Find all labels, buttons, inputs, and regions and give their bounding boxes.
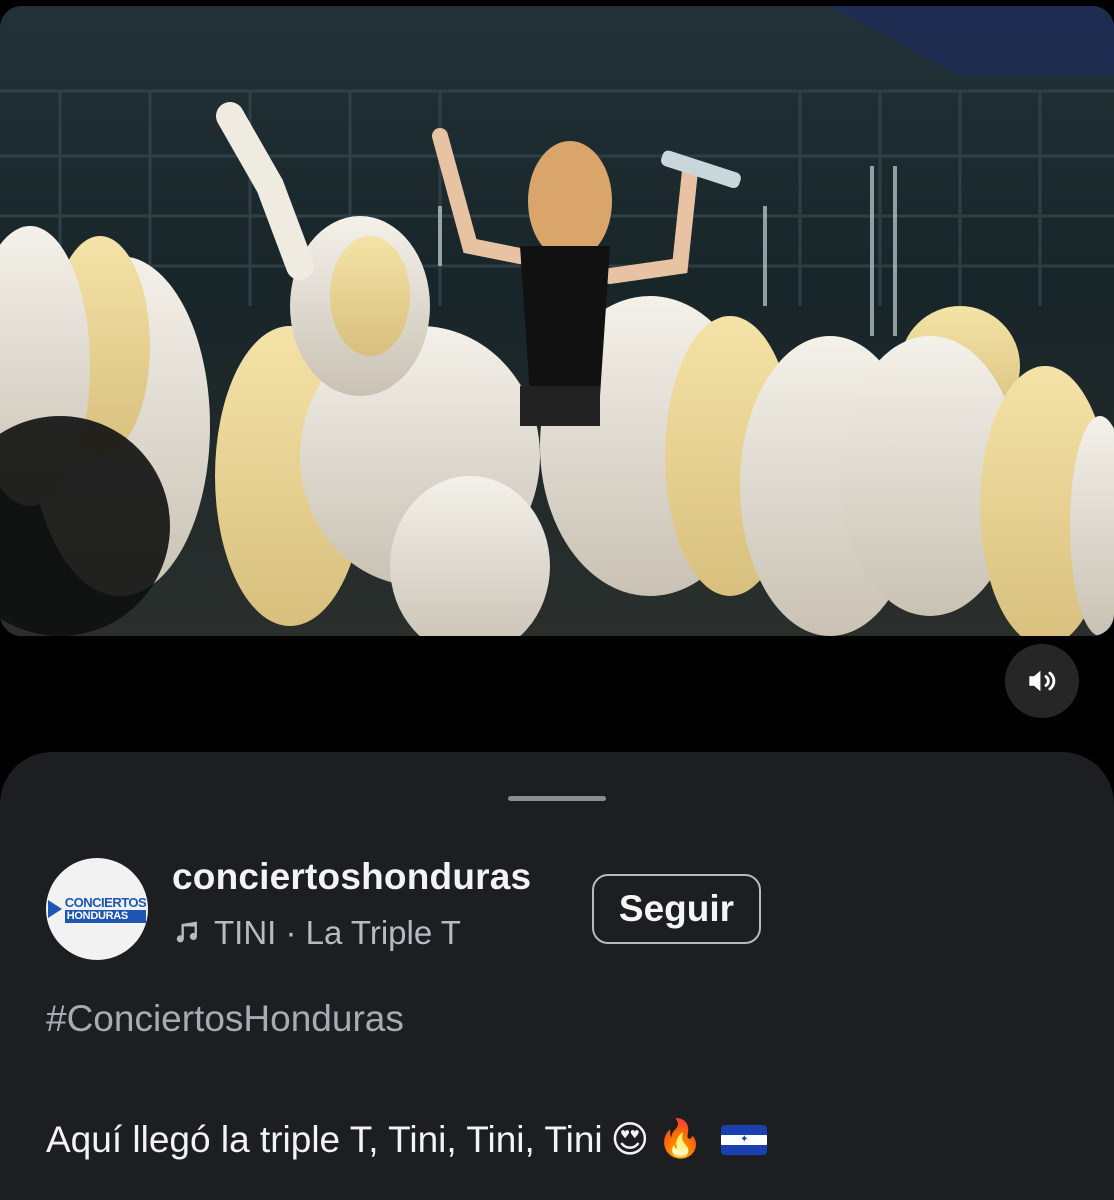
- music-attribution[interactable]: TINI · La Triple T: [172, 914, 461, 952]
- concert-video-frame: [0, 6, 1114, 636]
- music-text: TINI · La Triple T: [214, 914, 461, 951]
- audio-toggle-button[interactable]: [1005, 644, 1079, 718]
- follow-button[interactable]: Seguir: [592, 874, 761, 944]
- music-note-icon: [176, 921, 197, 943]
- honduras-flag-icon: [721, 1124, 768, 1155]
- username[interactable]: conciertoshonduras: [172, 856, 531, 898]
- post-details-sheet: CONCIERTOS HONDURAS conciertoshonduras T…: [0, 752, 1114, 1200]
- conciertos-honduras-logo: CONCIERTOS HONDURAS: [47, 894, 147, 923]
- fire-emoji: 🔥: [657, 1118, 704, 1159]
- logo-text-line2: HONDURAS: [64, 909, 147, 923]
- post-caption: Aquí llegó la triple T, Tini, Tini, Tini…: [46, 1118, 768, 1161]
- video-player[interactable]: [0, 6, 1114, 636]
- hashtag-link[interactable]: #ConciertosHonduras: [46, 998, 404, 1040]
- heart-eyes-emoji: 😍: [610, 1119, 650, 1160]
- caption-text: Aquí llegó la triple T, Tini, Tini, Tini: [46, 1118, 603, 1160]
- logo-text-line1: CONCIERTOS: [64, 894, 147, 910]
- reel-screen: CONCIERTOS HONDURAS conciertoshonduras T…: [0, 0, 1114, 1200]
- play-logo-icon: [47, 900, 62, 918]
- avatar[interactable]: CONCIERTOS HONDURAS: [46, 858, 148, 960]
- speaker-on-icon: [1029, 670, 1056, 692]
- sheet-drag-handle[interactable]: [508, 796, 606, 801]
